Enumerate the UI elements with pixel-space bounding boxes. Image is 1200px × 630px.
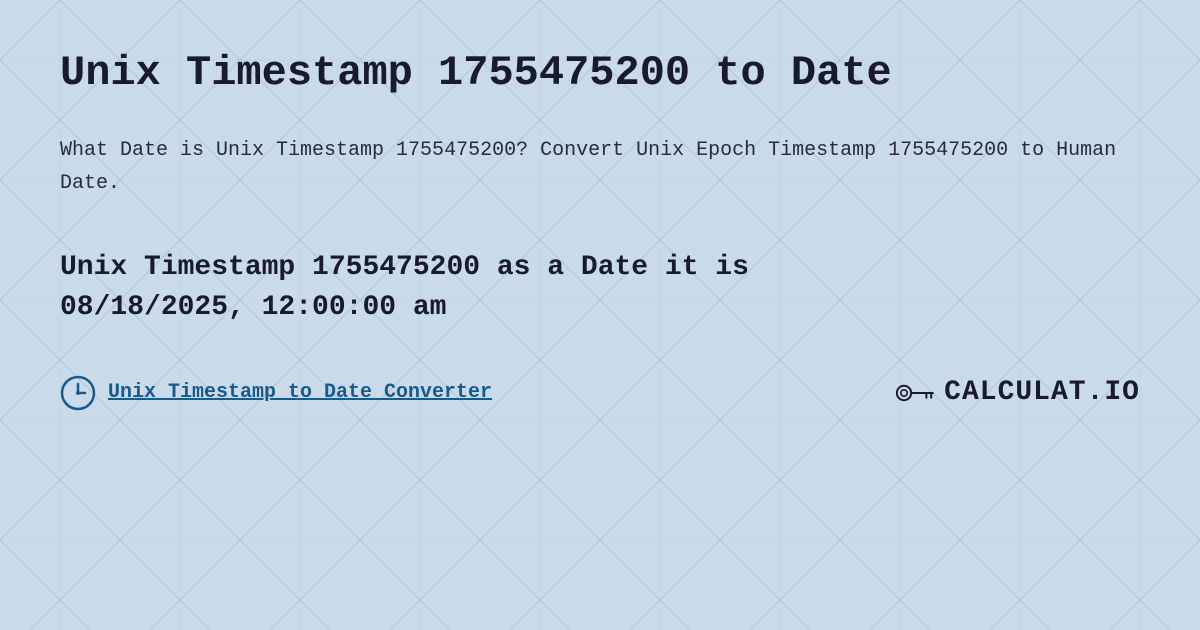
- result-text: Unix Timestamp 1755475200 as a Date it i…: [60, 248, 1140, 326]
- result-block: Unix Timestamp 1755475200 as a Date it i…: [60, 248, 1140, 326]
- result-line1: Unix Timestamp 1755475200 as a Date it i…: [60, 252, 749, 283]
- main-content: Unix Timestamp 1755475200 to Date What D…: [0, 0, 1200, 451]
- description-text: What Date is Unix Timestamp 1755475200? …: [60, 134, 1140, 200]
- logo-area: CALCULAT.IO: [896, 377, 1140, 408]
- page-title: Unix Timestamp 1755475200 to Date: [60, 48, 1140, 98]
- result-line2: 08/18/2025, 12:00:00 am: [60, 292, 446, 323]
- footer-left: Unix Timestamp to Date Converter: [60, 375, 492, 411]
- footer: Unix Timestamp to Date Converter CALCULA…: [60, 375, 1140, 411]
- logo-text: CALCULAT.IO: [944, 377, 1140, 408]
- footer-link[interactable]: Unix Timestamp to Date Converter: [108, 381, 492, 404]
- clock-icon: [60, 375, 96, 411]
- logo-icon: [896, 379, 936, 407]
